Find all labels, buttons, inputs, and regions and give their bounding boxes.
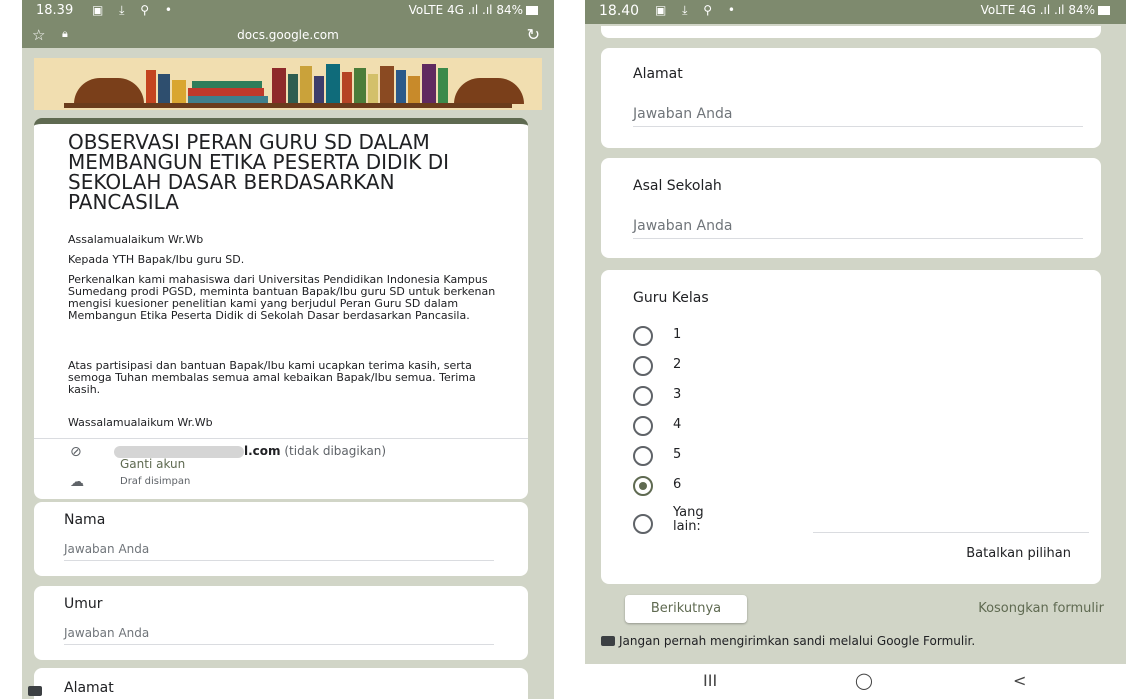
header-decoration [64,103,512,108]
radio-button[interactable] [633,386,653,406]
status-time: 18.39 [36,3,74,18]
radio-button[interactable] [633,326,653,346]
cloud-done-icon: ☁ [70,474,84,490]
question-label: Alamat [64,680,114,696]
android-nav-bar: III ◯ < [585,664,1126,699]
header-decoration [354,68,366,104]
question-asal-sekolah: Asal Sekolah Jawaban Anda [601,158,1101,258]
refresh-icon[interactable]: ↻ [527,25,540,44]
status-bar: 18.39 ▣ ⤓ ⚲ • VoLTE 4G .ıl .ıl 84% [22,0,554,22]
header-decoration [288,74,298,104]
question-label: Nama [64,512,106,528]
status-bar: 18.40 ▣ ⤓ ⚲ • VoLTE 4G .ıl .ıl 84% [585,0,1126,24]
header-decoration [314,76,324,104]
question-umur: Umur Jawaban Anda [34,586,528,660]
notification-icons: ▣ ⤓ ⚲ • [655,3,741,17]
password-warning: Jangan pernah mengirimkan sandi melalui … [619,634,976,648]
form-header-image [34,58,542,110]
previous-card-edge [601,26,1101,38]
header-decoration [408,76,420,104]
radio-button-selected[interactable] [633,476,653,496]
header-decoration [326,64,340,104]
redacted-email [114,445,244,458]
signal-battery: VoLTE 4G .ıl .ıl 84% [981,3,1110,17]
header-decoration [342,72,352,104]
home-button[interactable]: ◯ [855,671,873,690]
header-decoration [74,78,144,104]
answer-input-asal-sekolah[interactable]: Jawaban Anda [633,218,1083,239]
clear-form-button[interactable]: Kosongkan formulir [978,601,1104,616]
left-phone-screen: 18.39 ▣ ⤓ ⚲ • VoLTE 4G .ıl .ıl 84% ☆ 🔒︎ … [22,0,554,699]
form-closing: Wassalamualaikum Wr.Wb [68,416,213,429]
header-decoration [146,70,156,104]
answer-input-alamat[interactable]: Jawaban Anda [633,106,1083,127]
radio-button[interactable] [633,446,653,466]
form-title-card: OBSERVASI PERAN GURU SD DALAM MEMBANGUN … [34,118,528,499]
next-button[interactable]: Berikutnya [625,595,747,623]
header-decoration [192,81,262,88]
question-guru-kelas: Guru Kelas 1 2 3 4 5 6 Yang lain: Batalk… [601,270,1101,584]
status-time: 18.40 [599,3,640,19]
divider [34,438,528,439]
battery-icon [526,6,538,15]
question-label: Umur [64,596,103,612]
signal-battery: VoLTE 4G .ıl .ıl 84% [409,3,538,17]
right-phone-screen: 18.40 ▣ ⤓ ⚲ • VoLTE 4G .ıl .ıl 84% Alama… [585,0,1126,699]
question-alamat: Alamat [34,668,528,699]
form-greeting: Assalamualaikum Wr.Wb [68,233,204,246]
form-intro: Perkenalkan kami mahasiswa dari Universi… [68,273,496,322]
clear-selection-button[interactable]: Batalkan pilihan [966,546,1071,561]
answer-input-umur[interactable]: Jawaban Anda [64,626,494,645]
radio-button[interactable] [633,514,653,534]
question-alamat: Alamat Jawaban Anda [601,48,1101,148]
header-decoration [380,66,394,104]
notification-icons: ▣ ⤓ ⚲ • [92,3,178,17]
header-decoration [368,74,378,104]
question-nama: Nama Jawaban Anda [34,502,528,576]
radio-button[interactable] [633,416,653,436]
other-text-input[interactable] [813,532,1089,533]
browser-url-bar[interactable]: ☆ 🔒︎ docs.google.com ↻ [22,22,554,48]
header-decoration [158,74,170,104]
question-label: Guru Kelas [633,290,709,306]
recents-button[interactable]: III [703,671,717,690]
back-button[interactable]: < [1013,671,1026,690]
question-label: Asal Sekolah [633,178,722,194]
feedback-icon[interactable] [601,636,615,646]
header-decoration [272,68,286,104]
account-email: l.com (tidak dibagikan) [114,444,386,458]
battery-icon [1098,6,1110,15]
radio-option-other[interactable]: Yang lain: [633,506,1093,540]
switch-account-link[interactable]: Ganti akun [120,457,185,471]
draft-saved-status: Draf disimpan [120,476,191,487]
header-decoration [188,88,264,96]
header-decoration [422,64,436,104]
header-decoration [396,70,406,104]
form-title: OBSERVASI PERAN GURU SD DALAM MEMBANGUN … [68,130,450,214]
header-decoration [300,66,312,104]
visibility-off-icon: ⊘ [70,444,82,460]
header-decoration [438,68,448,104]
form-thanks: Atas partisipasi dan bantuan Bapak/Ibu k… [68,359,476,396]
radio-button[interactable] [633,356,653,376]
feedback-icon[interactable] [28,686,42,696]
header-decoration [172,80,186,104]
form-recipient: Kepada YTH Bapak/Ibu guru SD. [68,253,245,266]
question-label: Alamat [633,66,683,82]
header-decoration [454,78,524,104]
url-text[interactable]: docs.google.com [22,28,554,42]
answer-input-nama[interactable]: Jawaban Anda [64,542,494,561]
